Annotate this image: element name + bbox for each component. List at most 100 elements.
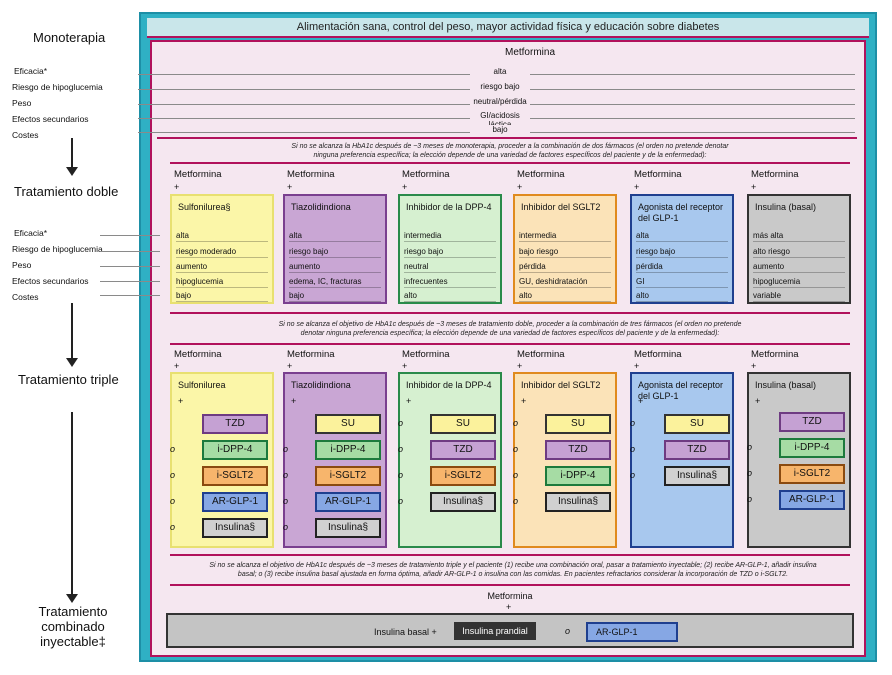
attribute-value: aumento xyxy=(753,261,845,273)
add-on-option: TZD xyxy=(779,412,845,432)
column-header-metformina: Metformina xyxy=(517,169,565,180)
plus-sign: + xyxy=(521,396,527,406)
or-label: o xyxy=(630,444,636,454)
attribute-value: bajo xyxy=(289,290,381,302)
drug-title: Inhibidor del SGLT2 xyxy=(521,380,601,390)
leader-line xyxy=(138,74,498,75)
attribute-value: variable xyxy=(753,290,845,302)
arrow-down-icon xyxy=(66,138,78,176)
attribute-value: riesgo bajo xyxy=(636,246,728,258)
plus-sign: + xyxy=(517,182,523,192)
criterion-label: Riesgo de hipoglucemia xyxy=(12,244,103,254)
attribute-value: pérdida xyxy=(519,261,611,273)
attribute-value: alta xyxy=(289,230,381,242)
leader-line xyxy=(100,281,160,282)
drug-title: Tiazolidindiona xyxy=(291,202,351,212)
mono-note: Si no se alcanza la HbA1c después de ~3 … xyxy=(190,142,830,160)
add-on-option: TZD xyxy=(202,414,268,434)
mono-value: riesgo bajo xyxy=(470,82,530,91)
triple-divider xyxy=(170,554,850,556)
plus-sign: + xyxy=(287,182,293,192)
leader-line xyxy=(530,132,855,133)
combo-box: Insulina basal + Insulina prandial o AR-… xyxy=(166,613,854,648)
or-label: o xyxy=(283,522,289,532)
or-label: o xyxy=(513,418,519,428)
or-label: o xyxy=(747,468,753,478)
attribute-value: neutral xyxy=(404,261,496,273)
column-header-metformina: Metformina xyxy=(517,349,565,360)
criterion-label: Eficacia* xyxy=(14,228,48,238)
attribute-value: más alta xyxy=(753,230,845,242)
attribute-value: GI xyxy=(636,276,728,288)
drug-title: Insulina (basal) xyxy=(755,202,817,212)
plus-sign: + xyxy=(634,182,640,192)
triple-divider-top xyxy=(170,343,850,345)
criterion-label: Efectos secundarios xyxy=(12,276,89,286)
leader-line xyxy=(530,118,855,119)
mono-value: alta xyxy=(470,67,530,76)
add-on-option: Insulina§ xyxy=(202,518,268,538)
stage-monotherapy: Monoterapia xyxy=(33,30,106,45)
criterion-label: Efectos secundarios xyxy=(12,114,89,124)
plus-sign: + xyxy=(174,361,180,371)
add-on-option: SU xyxy=(664,414,730,434)
drug-title: Sulfonilurea§ xyxy=(178,202,231,212)
plus-sign: + xyxy=(402,182,408,192)
or-label: o xyxy=(513,470,519,480)
attribute-value: intermedia xyxy=(519,230,611,242)
or-label: o xyxy=(283,496,289,506)
criterion-label: Peso xyxy=(12,98,32,108)
criterion-label: Costes xyxy=(12,292,39,302)
plus-sign: + xyxy=(751,361,757,371)
triple-card: Sulfonilurea + TZD i-DPP-4 o i-SGLT2 o AR-GLP-1… xyxy=(170,372,274,548)
plus-sign: + xyxy=(174,182,180,192)
criterion-label: Riesgo de hipoglucemia xyxy=(12,82,103,92)
add-on-option: i-SGLT2 xyxy=(202,466,268,486)
or-label: o xyxy=(630,470,636,480)
triple-card: Inhibidor del SGLT2 + SU o TZD o i-DPP-4 o Insul… xyxy=(513,372,617,548)
or-label: o xyxy=(398,470,404,480)
plus-sign: + xyxy=(751,182,757,192)
criterion-label: Costes xyxy=(12,130,39,140)
add-on-option: i-SGLT2 xyxy=(315,466,381,486)
attribute-value: alta xyxy=(636,230,728,242)
triple-note: Si no se alcanza el objetivo de HbA1c de… xyxy=(168,561,858,579)
add-on-option: AR-GLP-1 xyxy=(202,492,268,512)
leader-line xyxy=(100,251,160,252)
column-header-metformina: Metformina xyxy=(634,349,682,360)
or-label: o xyxy=(283,470,289,480)
column-header-metformina: Metformina xyxy=(174,349,222,360)
add-on-option: i-DPP-4 xyxy=(202,440,268,460)
add-on-option: i-DPP-4 xyxy=(545,466,611,486)
insulin-basal-label: Insulina basal + xyxy=(374,627,437,637)
triple-card: Tiazolidindiona + SU i-DPP-4 o i-SGLT2 o AR-GLP… xyxy=(283,372,387,548)
leader-line xyxy=(138,118,498,119)
or-label: o xyxy=(565,626,571,636)
drug-title: Tiazolidindiona xyxy=(291,380,351,390)
add-on-option: TZD xyxy=(664,440,730,460)
plus-sign: + xyxy=(291,396,297,406)
attribute-value: intermedia xyxy=(404,230,496,242)
leader-line xyxy=(100,266,160,267)
dual-card: Sulfonilurea§ alta riesgo moderado aumento h… xyxy=(170,194,274,304)
attribute-value: bajo riesgo xyxy=(519,246,611,258)
insulin-prandial-badge: Insulina prandial xyxy=(454,622,536,640)
combo-plus: + xyxy=(506,602,512,612)
add-on-option: Insulina§ xyxy=(430,492,496,512)
attribute-value: edema, IC, fracturas xyxy=(289,276,381,288)
plus-sign: + xyxy=(634,361,640,371)
attribute-value: riesgo bajo xyxy=(404,246,496,258)
attribute-value: riesgo bajo xyxy=(289,246,381,258)
add-on-option: i-DPP-4 xyxy=(779,438,845,458)
column-header-metformina: Metformina xyxy=(634,169,682,180)
column-header-metformina: Metformina xyxy=(287,169,335,180)
add-on-option: SU xyxy=(545,414,611,434)
attribute-value: GU, deshidratación xyxy=(519,276,611,288)
or-label: o xyxy=(398,444,404,454)
leader-line xyxy=(138,89,498,90)
leader-line xyxy=(100,235,160,236)
add-on-option: AR-GLP-1 xyxy=(779,490,845,510)
drug-title: Inhibidor de la DPP-4 xyxy=(406,202,492,212)
plus-sign: + xyxy=(406,396,412,406)
stage-combined-line: Tratamiento xyxy=(38,604,108,619)
